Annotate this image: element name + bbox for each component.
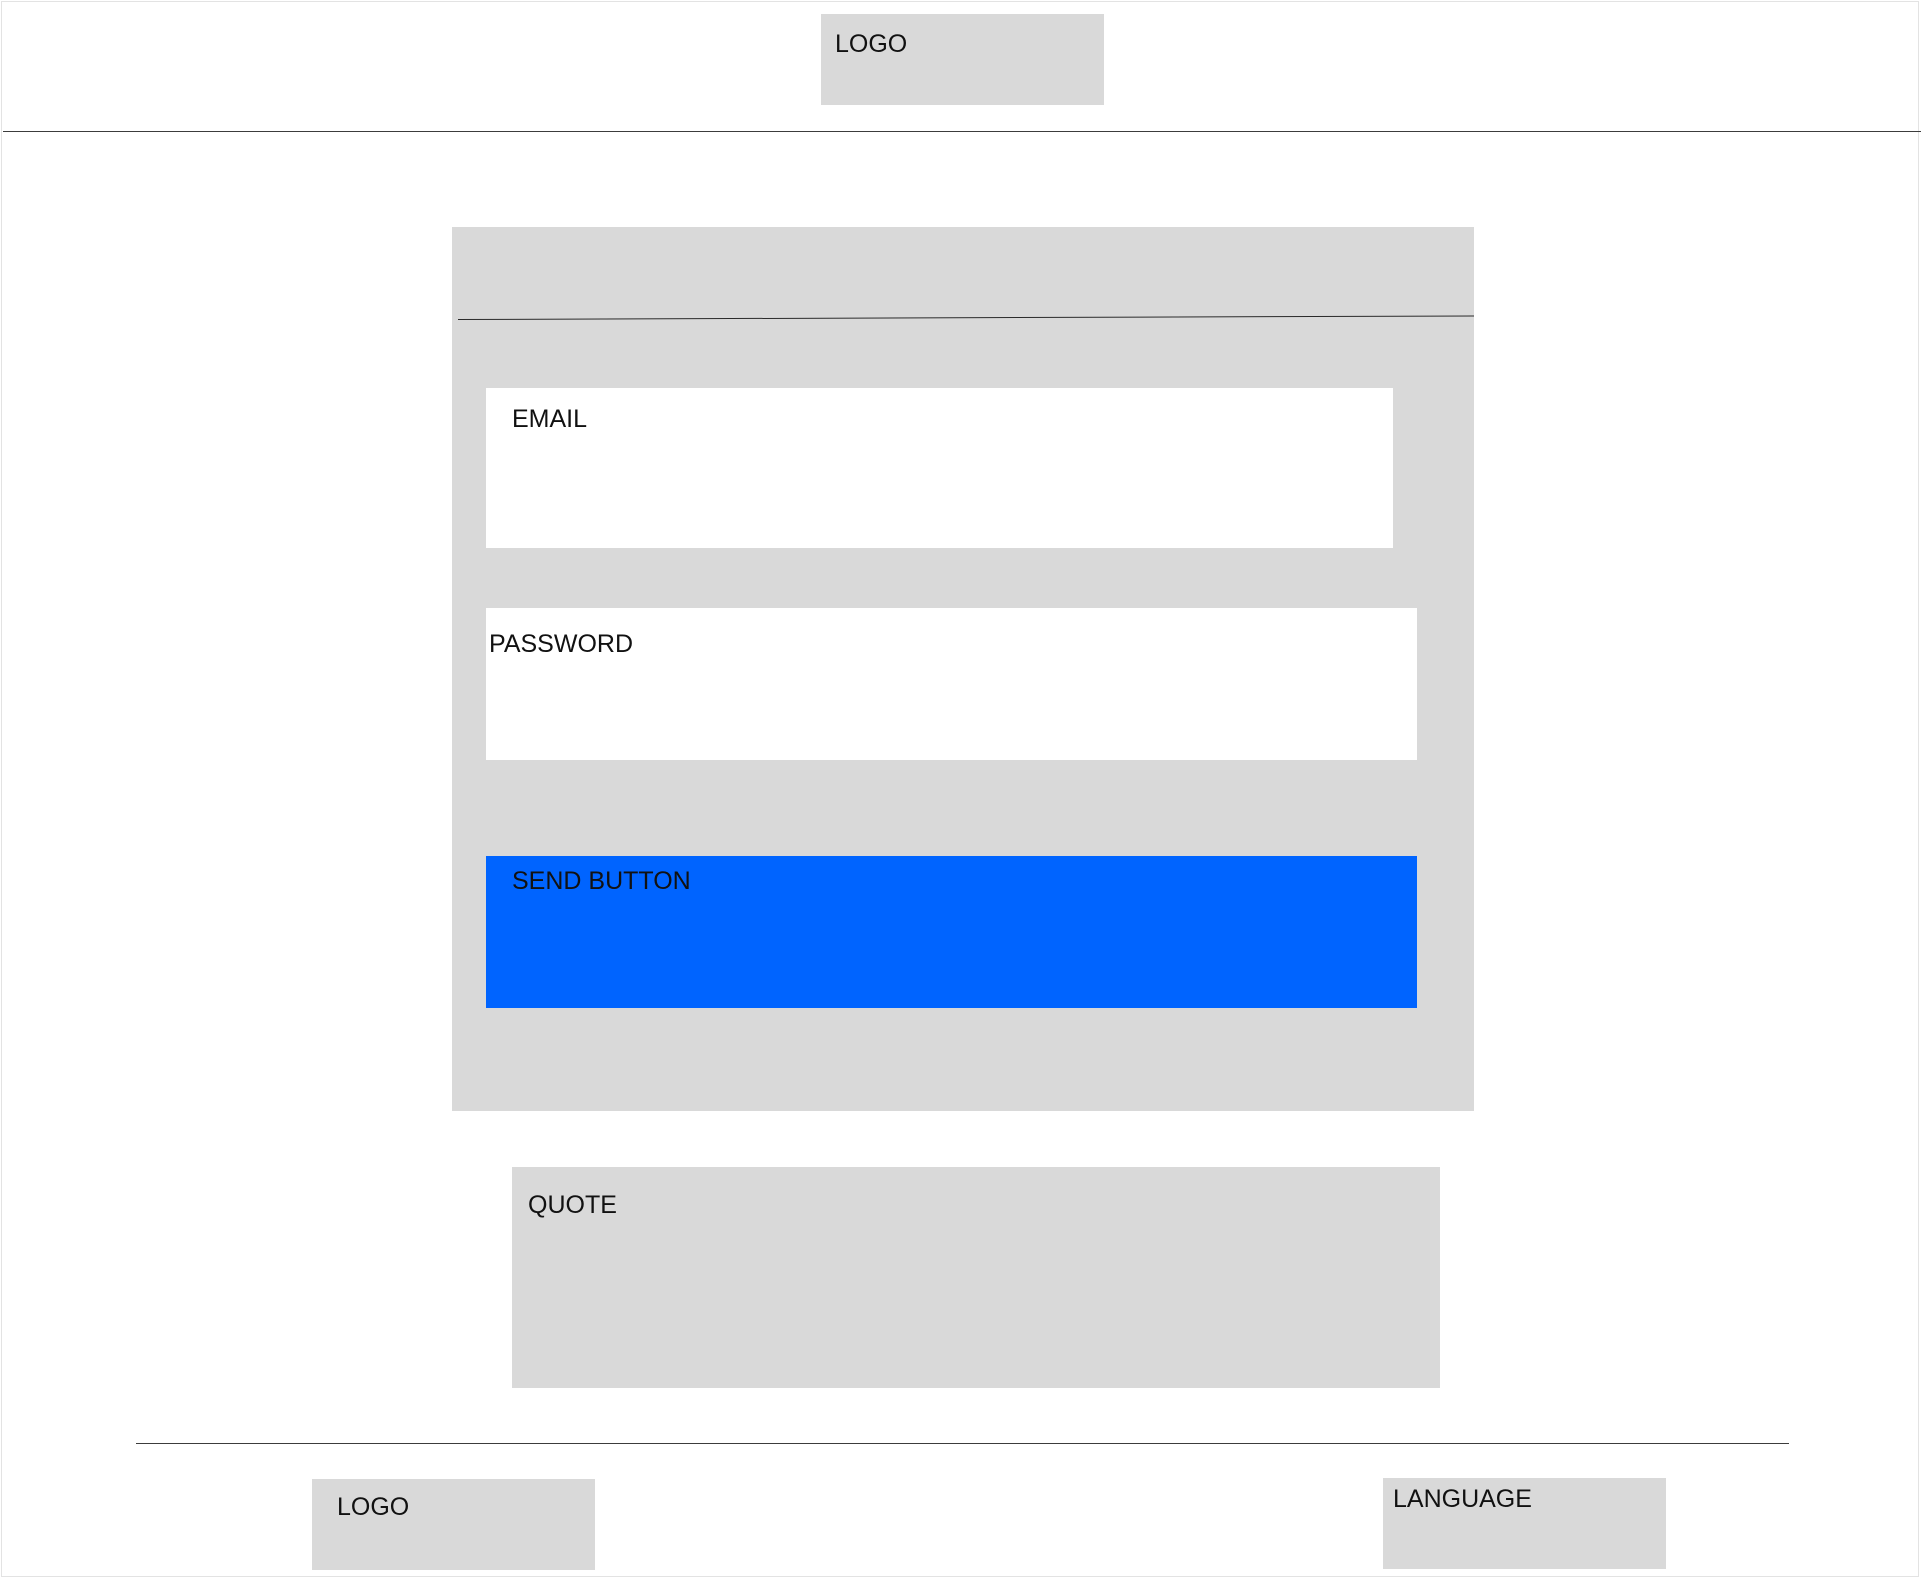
email-field-label: EMAIL: [512, 405, 588, 433]
quote-label: QUOTE: [528, 1191, 617, 1219]
footer-logo[interactable]: LOGO: [312, 1479, 595, 1570]
email-field[interactable]: EMAIL: [486, 388, 1393, 548]
header-logo-label: LOGO: [835, 30, 908, 58]
footer-divider: [136, 1443, 1789, 1444]
login-card: EMAIL PASSWORD SEND BUTTON: [452, 227, 1474, 1111]
language-selector[interactable]: LANGUAGE: [1383, 1478, 1666, 1569]
language-selector-label: LANGUAGE: [1393, 1485, 1532, 1513]
footer-logo-label: LOGO: [337, 1493, 410, 1521]
password-field-label: PASSWORD: [489, 630, 633, 658]
card-divider: [457, 315, 1474, 320]
send-button[interactable]: SEND BUTTON: [486, 856, 1417, 1008]
send-button-label: SEND BUTTON: [512, 867, 691, 895]
password-field[interactable]: PASSWORD: [486, 608, 1417, 760]
header-logo[interactable]: LOGO: [821, 14, 1104, 105]
header-divider: [3, 131, 1921, 132]
page-frame: LOGO EMAIL PASSWORD SEND BUTTON QUOTE LO…: [1, 1, 1921, 1577]
quote-box: QUOTE: [512, 1167, 1440, 1388]
